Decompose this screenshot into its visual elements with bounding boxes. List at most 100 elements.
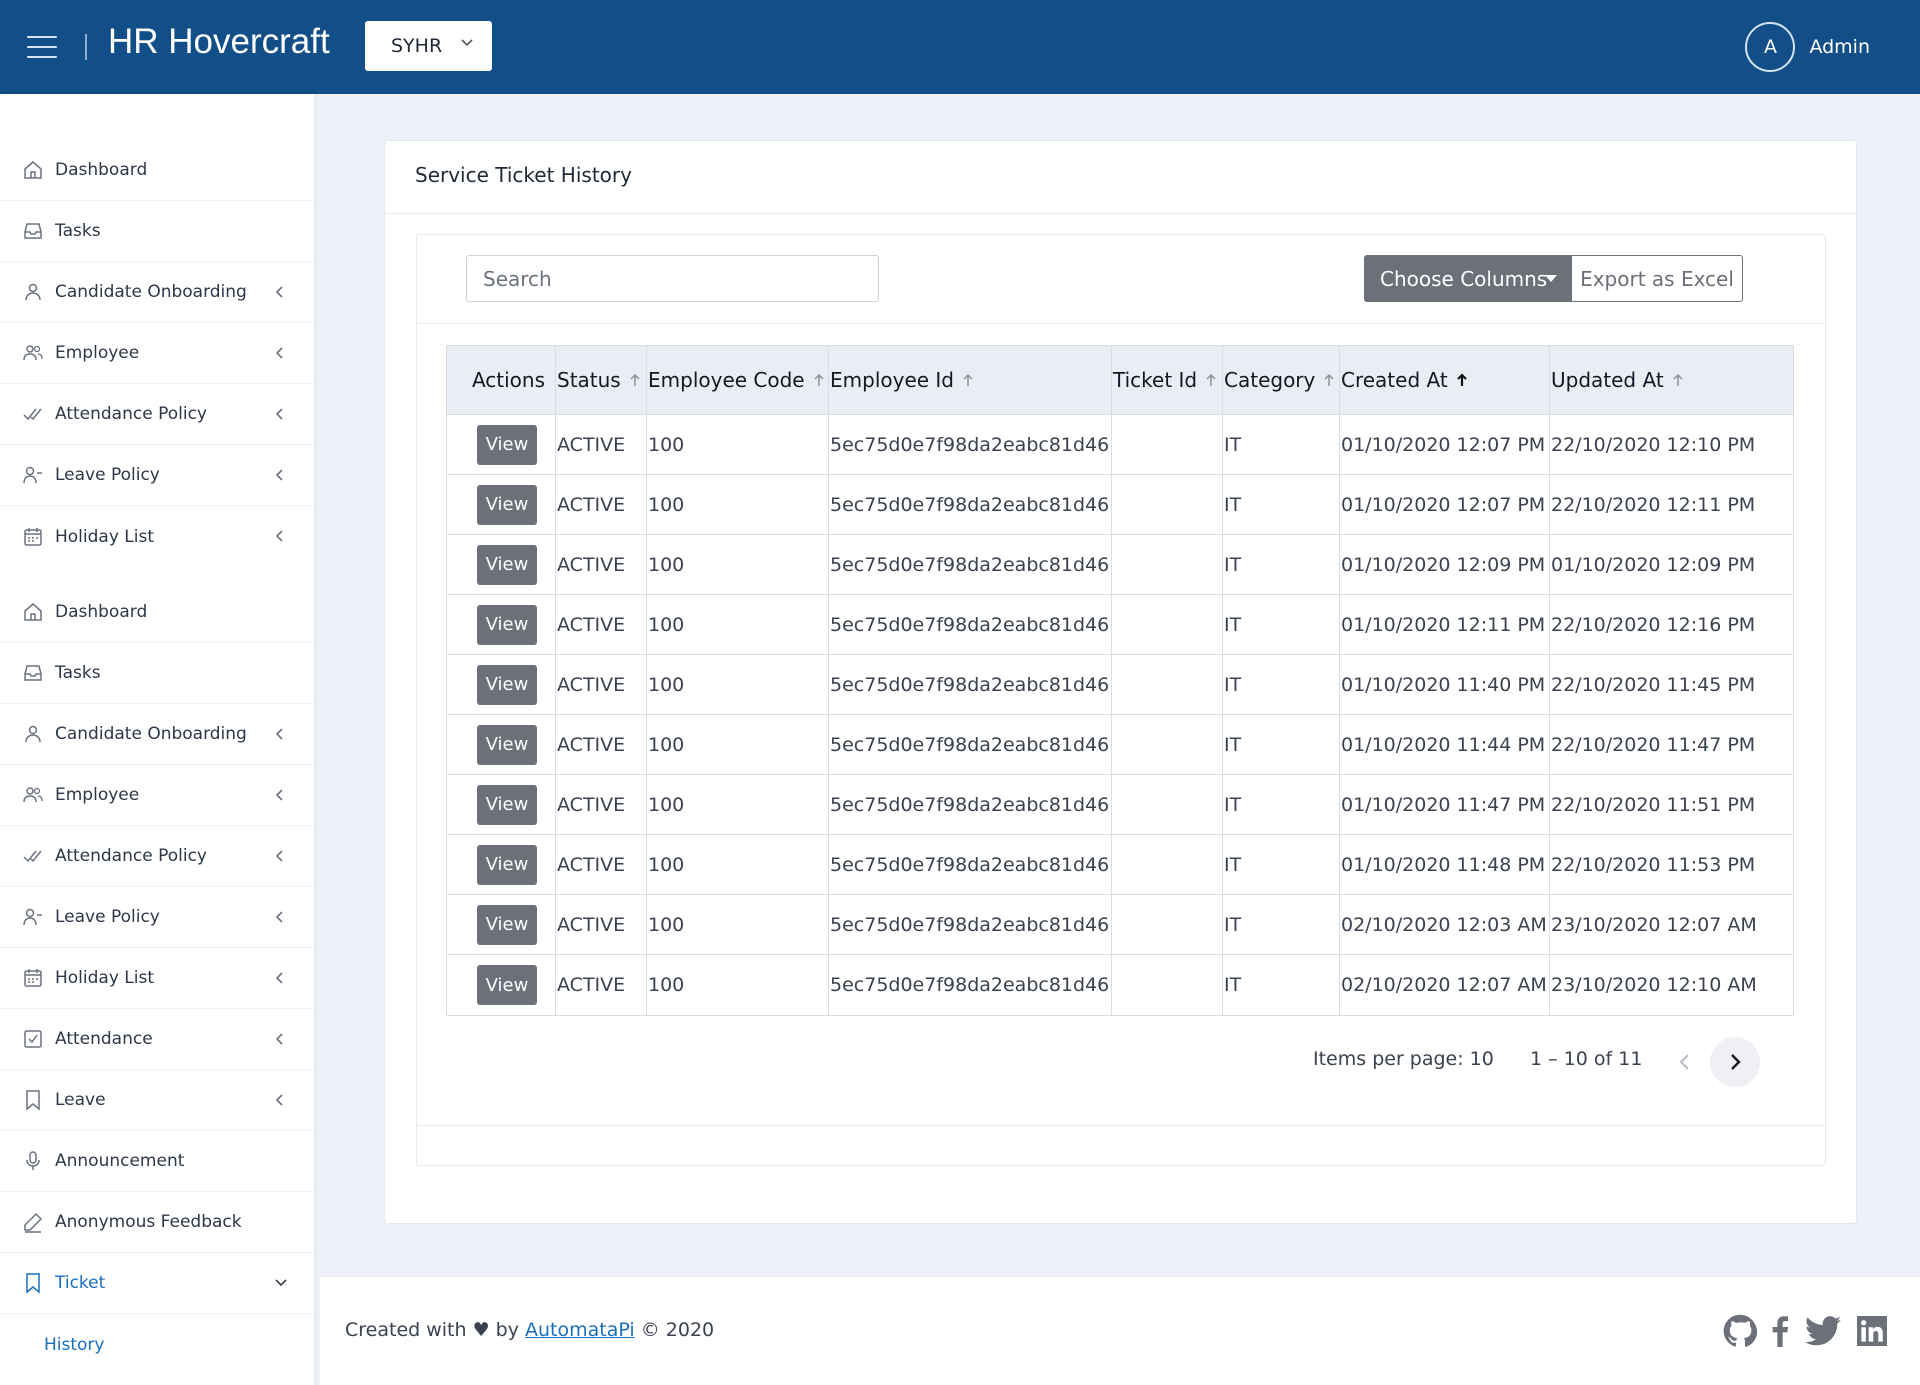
view-button[interactable]: View xyxy=(477,784,537,825)
page-title: Service Ticket History xyxy=(415,163,632,187)
sidebar-item-candidate-onboarding[interactable]: Candidate Onboarding xyxy=(0,704,314,765)
column-header-ticket-id[interactable]: Ticket Id xyxy=(1112,346,1223,414)
chevron-left-icon xyxy=(1679,1054,1689,1070)
cell-status: ACTIVE xyxy=(556,775,647,834)
sort-arrow-up-icon xyxy=(814,373,824,386)
sidebar-item-leave-policy[interactable]: Leave Policy xyxy=(0,887,314,948)
chevron-left-icon xyxy=(275,911,283,923)
cell-ticket-id xyxy=(1112,955,1223,1015)
sidebar-item-attendance[interactable]: Attendance xyxy=(0,1009,314,1070)
view-button[interactable]: View xyxy=(477,424,537,465)
cell-updated-at: 23/10/2020 12:07 AM xyxy=(1551,913,1757,936)
sidebar-item-label: Attendance Policy xyxy=(55,846,207,866)
service-ticket-history-card: Service Ticket History Choose Columns Ex… xyxy=(384,140,1857,1224)
column-header-updated-at[interactable]: Updated At xyxy=(1550,346,1793,414)
automatapi-link[interactable]: AutomataPi xyxy=(525,1319,635,1341)
sidebar-item-ticket[interactable]: Ticket xyxy=(0,1253,314,1314)
twitter-icon[interactable] xyxy=(1804,1313,1842,1349)
sidebar-item-attendance-policy[interactable]: Attendance Policy xyxy=(0,384,314,445)
chevron-left-icon xyxy=(275,530,283,542)
user-menu[interactable]: A Admin xyxy=(1745,22,1870,72)
export-excel-button[interactable]: Export as Excel xyxy=(1571,255,1743,302)
column-header-category[interactable]: Category xyxy=(1223,346,1340,414)
sidebar-item-dashboard[interactable]: Dashboard xyxy=(0,140,314,201)
table-header-row: Actions Status Employee Code Employee Id Tic… xyxy=(447,346,1793,415)
sidebar-item-anonymous-feedback[interactable]: Anonymous Feedback xyxy=(0,1192,314,1253)
sidebar-item-holiday-list[interactable]: Holiday List xyxy=(0,506,314,567)
cell-employee-code: 100 xyxy=(647,415,829,474)
organization-select[interactable]: SYHR xyxy=(365,21,492,71)
footer-suffix: © 2020 xyxy=(640,1319,715,1341)
cell-ticket-id xyxy=(1112,895,1223,954)
cell-employee-id: 5ec75d0e7f98da2eabc81d46 xyxy=(829,595,1112,654)
view-button[interactable]: View xyxy=(477,544,537,585)
view-button[interactable]: View xyxy=(477,724,537,765)
cell-employee-code: 100 xyxy=(647,595,829,654)
users-icon xyxy=(22,784,44,806)
sidebar-item-label: Leave xyxy=(55,1090,106,1110)
sidebar-item-announcement[interactable]: Announcement xyxy=(0,1131,314,1192)
column-header-created-at[interactable]: Created At xyxy=(1340,346,1550,414)
cell-updated-at: 23/10/2020 12:10 AM xyxy=(1551,974,1757,996)
menu-icon[interactable] xyxy=(27,36,57,58)
cell-created-at: 01/10/2020 12:07 PM xyxy=(1340,475,1550,534)
actions-cell: View xyxy=(447,955,556,1015)
previous-page-button[interactable] xyxy=(1660,1037,1710,1087)
users-icon xyxy=(22,342,44,364)
chevron-left-icon xyxy=(275,850,283,862)
column-header-label: Actions xyxy=(471,368,545,392)
sidebar-item-leave[interactable]: Leave xyxy=(0,1070,314,1131)
sidebar-subitem-history[interactable]: History xyxy=(0,1314,314,1375)
user-name: Admin xyxy=(1809,36,1870,58)
view-button[interactable]: View xyxy=(477,844,537,885)
sidebar-item-tasks[interactable]: Tasks xyxy=(0,643,314,704)
sidebar-item-tasks[interactable]: Tasks xyxy=(0,201,314,262)
cell-category: IT xyxy=(1223,475,1340,534)
cell-category: IT xyxy=(1223,715,1340,774)
cell-status: ACTIVE xyxy=(556,595,647,654)
choose-columns-button[interactable]: Choose Columns xyxy=(1364,255,1571,302)
view-button[interactable]: View xyxy=(477,604,537,645)
choose-columns-label: Choose Columns xyxy=(1380,266,1548,291)
cell-updated-at: 01/10/2020 12:09 PM xyxy=(1551,553,1756,576)
cell-created-at: 02/10/2020 12:03 AM xyxy=(1340,895,1550,954)
cell-category: IT xyxy=(1223,595,1340,654)
cell-category: IT xyxy=(1223,775,1340,834)
search-input[interactable] xyxy=(466,255,879,302)
table-container: Choose Columns Export as Excel Actions St… xyxy=(416,234,1826,1166)
column-header-label: Ticket Id xyxy=(1113,368,1198,392)
home-icon xyxy=(22,159,44,181)
view-button[interactable]: View xyxy=(477,484,537,525)
sidebar-item-holiday-list[interactable]: Holiday List xyxy=(0,948,314,1009)
sidebar-item-candidate-onboarding[interactable]: Candidate Onboarding xyxy=(0,262,314,323)
cell-employee-id: 5ec75d0e7f98da2eabc81d46 xyxy=(829,655,1112,714)
sidebar-item-employee[interactable]: Employee xyxy=(0,765,314,826)
github-icon[interactable] xyxy=(1722,1313,1758,1349)
view-button[interactable]: View xyxy=(477,664,537,705)
column-header-label: Updated At xyxy=(1551,368,1664,392)
cell-created-at: 01/10/2020 11:40 PM xyxy=(1340,655,1550,714)
sidebar-item-employee[interactable]: Employee xyxy=(0,323,314,384)
sidebar-item-attendance-policy[interactable]: Attendance Policy xyxy=(0,826,314,887)
facebook-icon[interactable] xyxy=(1768,1313,1792,1349)
linkedin-icon[interactable] xyxy=(1856,1313,1888,1349)
sidebar-item-label: Ticket xyxy=(55,1273,106,1293)
sidebar-item-label: Announcement xyxy=(55,1151,185,1171)
next-page-button[interactable] xyxy=(1710,1037,1760,1087)
column-header-status[interactable]: Status xyxy=(556,346,647,414)
cell-updated-at: 22/10/2020 12:16 PM xyxy=(1551,613,1756,636)
cell-created-at: 01/10/2020 11:47 PM xyxy=(1340,775,1550,834)
column-header-employee-code[interactable]: Employee Code xyxy=(647,346,829,414)
page-range: 1 – 10 of 11 xyxy=(1530,1048,1643,1070)
cell-ticket-id xyxy=(1112,715,1223,774)
home-icon xyxy=(22,601,44,623)
cell-ticket-id xyxy=(1112,475,1223,534)
cell-employee-id: 5ec75d0e7f98da2eabc81d46 xyxy=(829,475,1112,534)
view-button[interactable]: View xyxy=(477,965,537,1005)
sidebar-item-leave-policy[interactable]: Leave Policy xyxy=(0,445,314,506)
table-row: View ACTIVE 100 5ec75d0e7f98da2eabc81d46 IT 0… xyxy=(447,595,1793,655)
column-header-employee-id[interactable]: Employee Id xyxy=(829,346,1112,414)
sidebar-item-dashboard[interactable]: Dashboard xyxy=(0,582,314,643)
view-button[interactable]: View xyxy=(477,904,537,945)
sidebar-item-label: Holiday List xyxy=(55,968,155,988)
